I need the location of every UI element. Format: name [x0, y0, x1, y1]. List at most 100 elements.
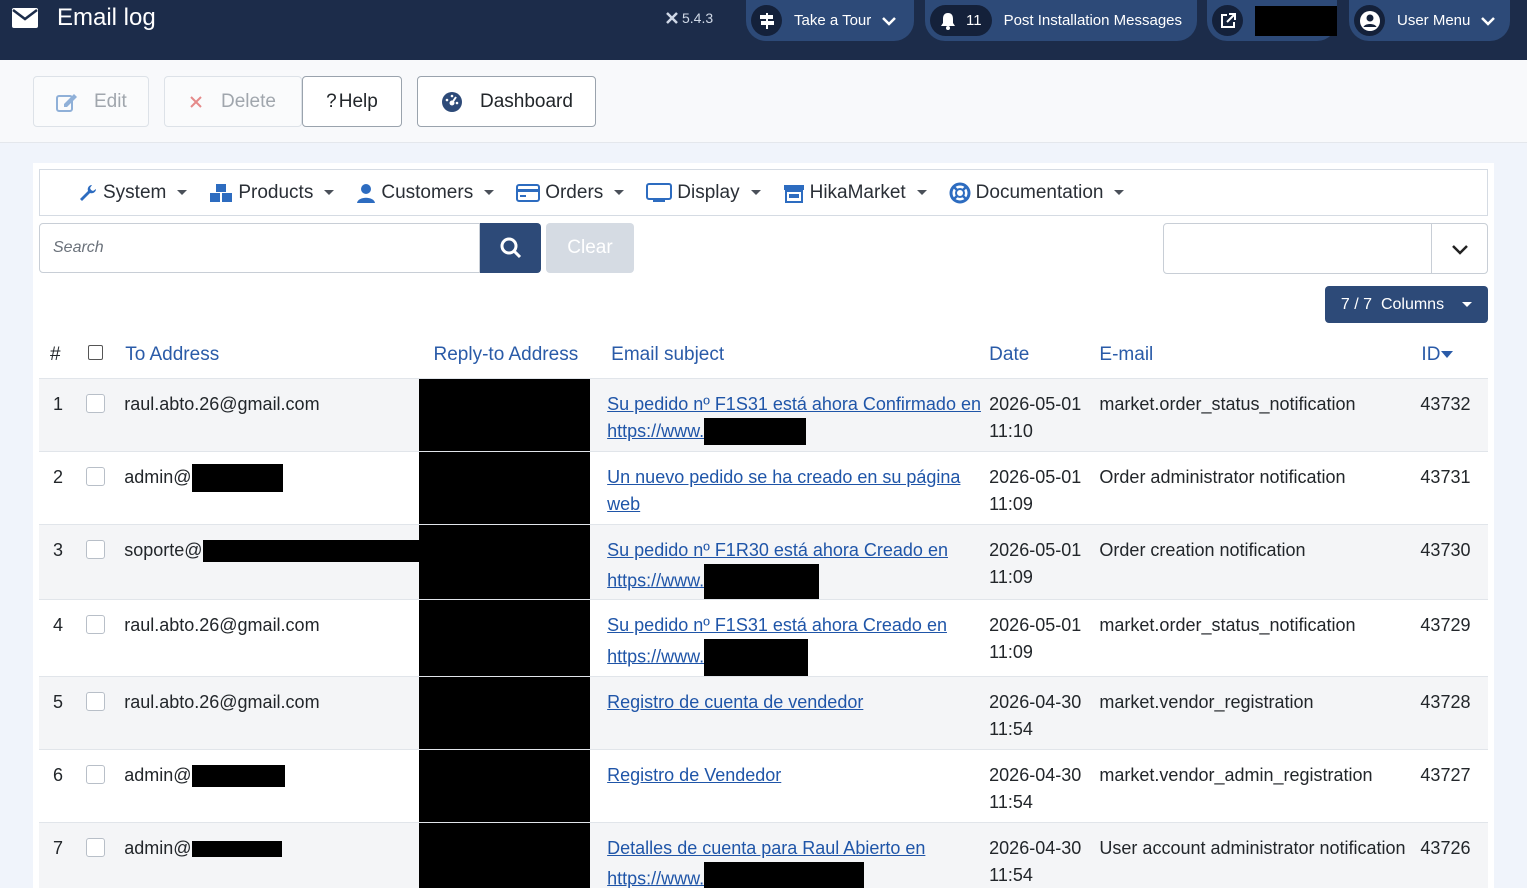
signpost-icon: [751, 5, 782, 36]
email-log-table: # To Address Reply-to Address Email subj…: [39, 332, 1488, 888]
table-row[interactable]: 2 admin@ Un nuevo pedido se ha creado en…: [39, 451, 1488, 524]
table-row[interactable]: 7 admin@ Detalles de cuenta para Raul Ab…: [39, 822, 1488, 888]
view-site-button[interactable]: [1207, 0, 1337, 41]
redacted-domain: [191, 840, 282, 857]
row-num: 4: [39, 599, 79, 676]
row-email: market.vendor_admin_registration: [1099, 749, 1410, 822]
search-button[interactable]: [480, 223, 541, 273]
header-id[interactable]: ID: [1409, 332, 1488, 378]
post-installation-messages-button[interactable]: 11 Post Installation Messages: [925, 0, 1197, 41]
caret-down-icon: [177, 190, 188, 195]
row-date-day: 2026-05-01: [989, 539, 1082, 560]
table-row[interactable]: 3 soporte@ Su pedido nº F1R30 está ahora…: [39, 524, 1488, 599]
row-date-time: 11:54: [989, 791, 1033, 812]
subject-link[interactable]: Registro de cuenta de vendedor: [607, 692, 863, 712]
monitor-icon: [646, 182, 673, 202]
menu-system[interactable]: System: [78, 181, 188, 204]
table-row[interactable]: 1 raul.abto.26@gmail.com Su pedido nº F1…: [39, 378, 1488, 451]
header-to-address[interactable]: To Address: [118, 332, 418, 378]
user-menu-button[interactable]: User Menu: [1349, 0, 1510, 41]
menu-orders-label: Orders: [545, 181, 604, 203]
page-title: Email log: [57, 4, 156, 31]
help-button[interactable]: ? Help: [302, 76, 402, 127]
select-all-checkbox[interactable]: [87, 344, 103, 360]
row-select: [78, 524, 119, 599]
subject-url: https://www.: [607, 645, 705, 666]
main-card: System Products Customers Orders Display…: [33, 163, 1494, 888]
row-id: 43726: [1409, 822, 1488, 888]
menu-system-label: System: [103, 181, 167, 203]
question-icon: ?: [326, 90, 337, 112]
notification-count-badge: 11: [930, 5, 992, 36]
row-subject: Detalles de cuenta para Raul Abierto en h…: [590, 822, 990, 888]
header-reply-to[interactable]: Reply-to Address: [419, 332, 591, 378]
row-reply-to-redacted: [418, 599, 591, 676]
redacted-domain: [704, 861, 865, 888]
edit-button[interactable]: Edit: [33, 76, 149, 127]
version-label: 5.4.3: [665, 10, 713, 26]
row-date: 2026-05-01 11:09: [989, 524, 1100, 599]
row-reply-to-redacted: [418, 676, 591, 749]
columns-toggle-button[interactable]: 7 / 7 Columns: [1325, 286, 1488, 323]
row-date-day: 2026-05-01: [989, 466, 1082, 487]
take-a-tour-button[interactable]: Take a Tour: [746, 0, 914, 41]
redacted-domain: [191, 463, 283, 492]
menu-display[interactable]: Display: [646, 182, 761, 204]
row-num: 3: [39, 524, 79, 599]
row-id: 43731: [1409, 451, 1488, 524]
delete-button[interactable]: Delete: [164, 76, 302, 127]
row-reply-to-redacted: [418, 524, 591, 599]
columns-label: 7 / 7 Columns: [1340, 295, 1445, 313]
subject-link[interactable]: Registro de Vendedor: [607, 765, 781, 785]
row-checkbox[interactable]: [85, 614, 105, 634]
menu-orders[interactable]: Orders: [516, 181, 625, 204]
take-a-tour-label: Take a Tour: [794, 12, 872, 29]
row-date: 2026-05-01 11:09: [989, 599, 1100, 676]
menu-documentation[interactable]: Documentation: [949, 182, 1125, 204]
header-email[interactable]: E-mail: [1099, 332, 1409, 378]
user-circle-icon: [1354, 5, 1385, 36]
menu-products[interactable]: Products: [209, 182, 335, 204]
row-date-day: 2026-04-30: [989, 764, 1082, 785]
row-num: 2: [39, 451, 79, 524]
header-subject[interactable]: Email subject: [590, 332, 989, 378]
row-date-time: 11:54: [989, 864, 1033, 885]
header-date[interactable]: Date: [989, 332, 1099, 378]
row-email: market.order_status_notification: [1099, 599, 1410, 676]
table-row[interactable]: 6 admin@ Registro de Vendedor 2026-04-30…: [39, 749, 1488, 822]
table-row[interactable]: 5 raul.abto.26@gmail.com Registro de cue…: [39, 676, 1488, 749]
row-checkbox[interactable]: [85, 691, 105, 711]
sort-desc-icon: [1441, 351, 1454, 359]
row-checkbox[interactable]: [85, 466, 105, 486]
menu-hikamarket[interactable]: HikaMarket: [783, 182, 927, 204]
version-number: 5.4.3: [682, 10, 714, 26]
row-select: [78, 676, 119, 749]
credit-card-icon: [516, 183, 541, 202]
redacted-domain: [704, 638, 809, 676]
dashboard-button[interactable]: Dashboard: [417, 76, 596, 127]
subject-text: Su pedido nº F1S31 está ahora Creado en: [607, 614, 947, 635]
list-limit-select[interactable]: [1163, 223, 1488, 274]
row-date: 2026-04-30 11:54: [989, 676, 1100, 749]
dashboard-label: Dashboard: [480, 90, 573, 112]
row-subject: Su pedido nº F1S31 está ahora Creado en h…: [590, 599, 990, 676]
row-checkbox[interactable]: [85, 837, 105, 857]
close-icon: [190, 95, 202, 108]
subject-link[interactable]: Un nuevo pedido se ha creado en su págin…: [607, 467, 960, 514]
row-email: market.order_status_notification: [1099, 378, 1410, 451]
row-date-day: 2026-05-01: [989, 393, 1082, 414]
redacted-domain: [704, 563, 820, 599]
row-email: Order creation notification: [1099, 524, 1410, 599]
search-input[interactable]: [39, 223, 480, 273]
cubes-icon: [210, 183, 233, 202]
clear-button[interactable]: Clear: [546, 223, 634, 273]
menu-customers[interactable]: Customers: [356, 182, 495, 204]
hikashop-menubar: System Products Customers Orders Display…: [39, 169, 1488, 216]
row-checkbox[interactable]: [85, 539, 105, 559]
toolbar: Edit Delete ? Help Dashboard: [0, 60, 1527, 143]
row-checkbox[interactable]: [85, 764, 105, 784]
row-select: [78, 749, 119, 822]
table-row[interactable]: 4 raul.abto.26@gmail.com Su pedido nº F1…: [39, 599, 1488, 676]
row-checkbox[interactable]: [85, 393, 105, 413]
row-email: market.vendor_registration: [1099, 676, 1410, 749]
